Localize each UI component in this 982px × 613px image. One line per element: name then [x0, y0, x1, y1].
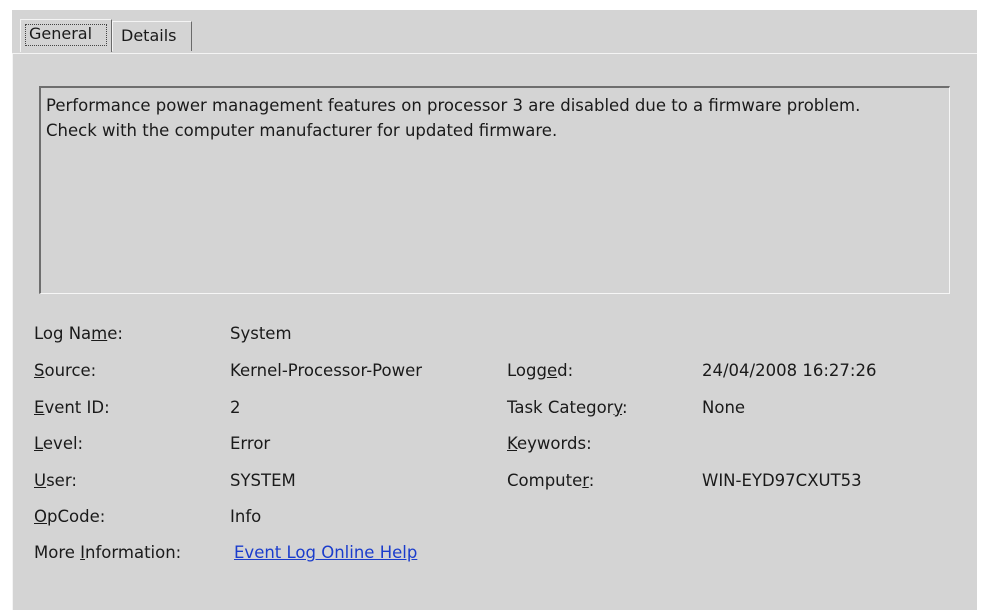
tab-details[interactable]: Details: [112, 21, 192, 51]
opcode-label: OpCode:: [34, 507, 106, 526]
event-description-box[interactable]: Performance power management features on…: [39, 86, 950, 294]
opcode-value: Info: [230, 507, 262, 526]
keywords-label: Keywords:: [507, 434, 592, 453]
user-label: User:: [34, 471, 77, 490]
event-id-label: Event ID:: [34, 398, 110, 417]
level-label: Level:: [34, 434, 84, 453]
level-value: Error: [230, 434, 271, 453]
tab-details-label: Details: [121, 26, 177, 45]
source-label: Source:: [34, 361, 97, 380]
tab-general-label: General: [29, 24, 93, 43]
source-value: Kernel-Processor-Power: [230, 361, 423, 380]
event-id-value: 2: [230, 398, 241, 417]
event-properties-panel: General Details Performance power manage…: [12, 10, 977, 610]
logged-label: Logged:: [507, 361, 574, 380]
computer-value: WIN-EYD97CXUT53: [702, 471, 862, 490]
user-value: SYSTEM: [230, 471, 296, 490]
computer-label: Computer:: [507, 471, 595, 490]
logged-value: 24/04/2008 16:27:26: [702, 361, 877, 380]
log-name-label: Log Name:: [34, 324, 123, 343]
task-category-value: None: [702, 398, 746, 417]
more-information-label: More Information:: [34, 543, 182, 562]
event-log-online-help-link[interactable]: Event Log Online Help: [234, 543, 417, 562]
online-help-link-wrap: Event Log Online Help: [234, 543, 417, 563]
log-name-value: System: [230, 324, 292, 343]
task-category-label: Task Category:: [507, 398, 628, 417]
tab-general[interactable]: General: [20, 19, 112, 52]
